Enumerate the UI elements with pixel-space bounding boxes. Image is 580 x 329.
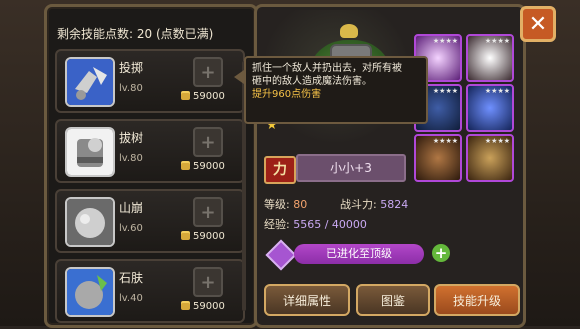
tooltip-arrow <box>234 70 244 84</box>
tooltip-bonus: 提升960点伤害 <box>252 89 322 100</box>
skill-cost: 59000 <box>181 91 225 102</box>
exp-value: 5565 / 40000 <box>293 218 367 231</box>
cost-value: 59000 <box>193 301 225 312</box>
upgrade-skill-button[interactable]: + <box>193 197 223 227</box>
equip-slot-2[interactable]: ★★★★ <box>466 34 514 82</box>
skill-item-landslide[interactable]: 山崩 lv.60 + 59000 <box>55 189 245 253</box>
tooltip-line-2: 砸中的敌人造成魔法伤害。 <box>252 76 372 87</box>
skill-name: 石肤 <box>119 271 144 285</box>
exp-stat: 经验: 5565 / 40000 <box>264 216 367 232</box>
upgrade-skill-button[interactable]: + <box>193 127 223 157</box>
skill-cost: 59000 <box>181 301 225 312</box>
uproot-icon <box>65 127 115 177</box>
landslide-icon <box>65 197 115 247</box>
skill-level: lv.40 <box>119 293 143 304</box>
evolve-plus-button[interactable]: + <box>432 244 450 262</box>
skill-cost: 59000 <box>181 161 225 172</box>
skill-name: 投掷 <box>119 61 144 75</box>
level-label: 等级: <box>264 198 290 211</box>
combat-label: 战斗力: <box>340 198 377 211</box>
skill-upgrade-button[interactable]: 技能升级 <box>434 284 520 316</box>
skill-name: 拔树 <box>119 131 144 145</box>
close-button[interactable]: ✕ <box>520 6 556 42</box>
gold-coin-icon <box>181 163 190 170</box>
skill-points-header: 剩余技能点数: 20 (点数已满) <box>57 27 214 41</box>
tooltip-line-1: 抓住一个敌人并扔出去，对所有被 <box>252 63 402 74</box>
skill-level: lv.60 <box>119 223 143 234</box>
upgrade-skill-button[interactable]: + <box>193 57 223 87</box>
crown-icon <box>340 24 358 38</box>
throw-icon <box>65 57 115 107</box>
cost-value: 59000 <box>193 91 225 102</box>
level-value: 80 <box>293 198 308 211</box>
skills-panel: 剩余技能点数: 20 (点数已满) 投掷 lv.80 + 59000 拔树 lv… <box>44 4 258 328</box>
strength-badge: 力 <box>264 156 296 184</box>
equip-slot-6[interactable]: ★★★★ <box>466 134 514 182</box>
atlas-button[interactable]: 图鉴 <box>356 284 430 316</box>
upgrade-skill-button[interactable]: + <box>193 267 223 297</box>
equip-stars: ★★★★ <box>432 137 458 145</box>
equip-stars: ★★★★ <box>432 37 458 45</box>
combat-value: 5824 <box>380 198 409 211</box>
equip-slot-5[interactable]: ★★★★ <box>414 134 462 182</box>
skill-list: 投掷 lv.80 + 59000 拔树 lv.80 + 59000 山崩 lv.… <box>55 49 245 329</box>
skill-item-uproot[interactable]: 拔树 lv.80 + 59000 <box>55 119 245 183</box>
equip-stars: ★★★★ <box>484 87 510 95</box>
skill-tooltip: 抓住一个敌人并扔出去，对所有被 砸中的敌人造成魔法伤害。 提升960点伤害 <box>244 56 428 124</box>
equip-stars: ★★★★ <box>484 137 510 145</box>
hero-name-plate: 小小+3 <box>296 154 406 182</box>
equip-slot-4[interactable]: ★★★★ <box>466 84 514 132</box>
skill-item-stone-skin[interactable]: 石肤 lv.40 + 59000 <box>55 259 245 323</box>
skill-name: 山崩 <box>119 201 144 215</box>
stone-skin-icon <box>65 267 115 317</box>
equip-stars: ★★★★ <box>432 87 458 95</box>
gold-coin-icon <box>181 93 190 100</box>
evolution-status-bar: 已进化至顶级 <box>294 244 424 264</box>
skill-item-throw[interactable]: 投掷 lv.80 + 59000 <box>55 49 245 113</box>
equip-stars: ★★★★ <box>484 37 510 45</box>
exp-label: 经验: <box>264 218 290 231</box>
skill-level: lv.80 <box>119 83 143 94</box>
gold-coin-icon <box>181 233 190 240</box>
gold-coin-icon <box>181 303 190 310</box>
skill-cost: 59000 <box>181 231 225 242</box>
cost-value: 59000 <box>193 231 225 242</box>
combat-stat: 战斗力: 5824 <box>340 196 408 212</box>
cost-value: 59000 <box>193 161 225 172</box>
level-stat: 等级: 80 <box>264 196 307 212</box>
skill-level: lv.80 <box>119 153 143 164</box>
details-button[interactable]: 详细属性 <box>264 284 350 316</box>
